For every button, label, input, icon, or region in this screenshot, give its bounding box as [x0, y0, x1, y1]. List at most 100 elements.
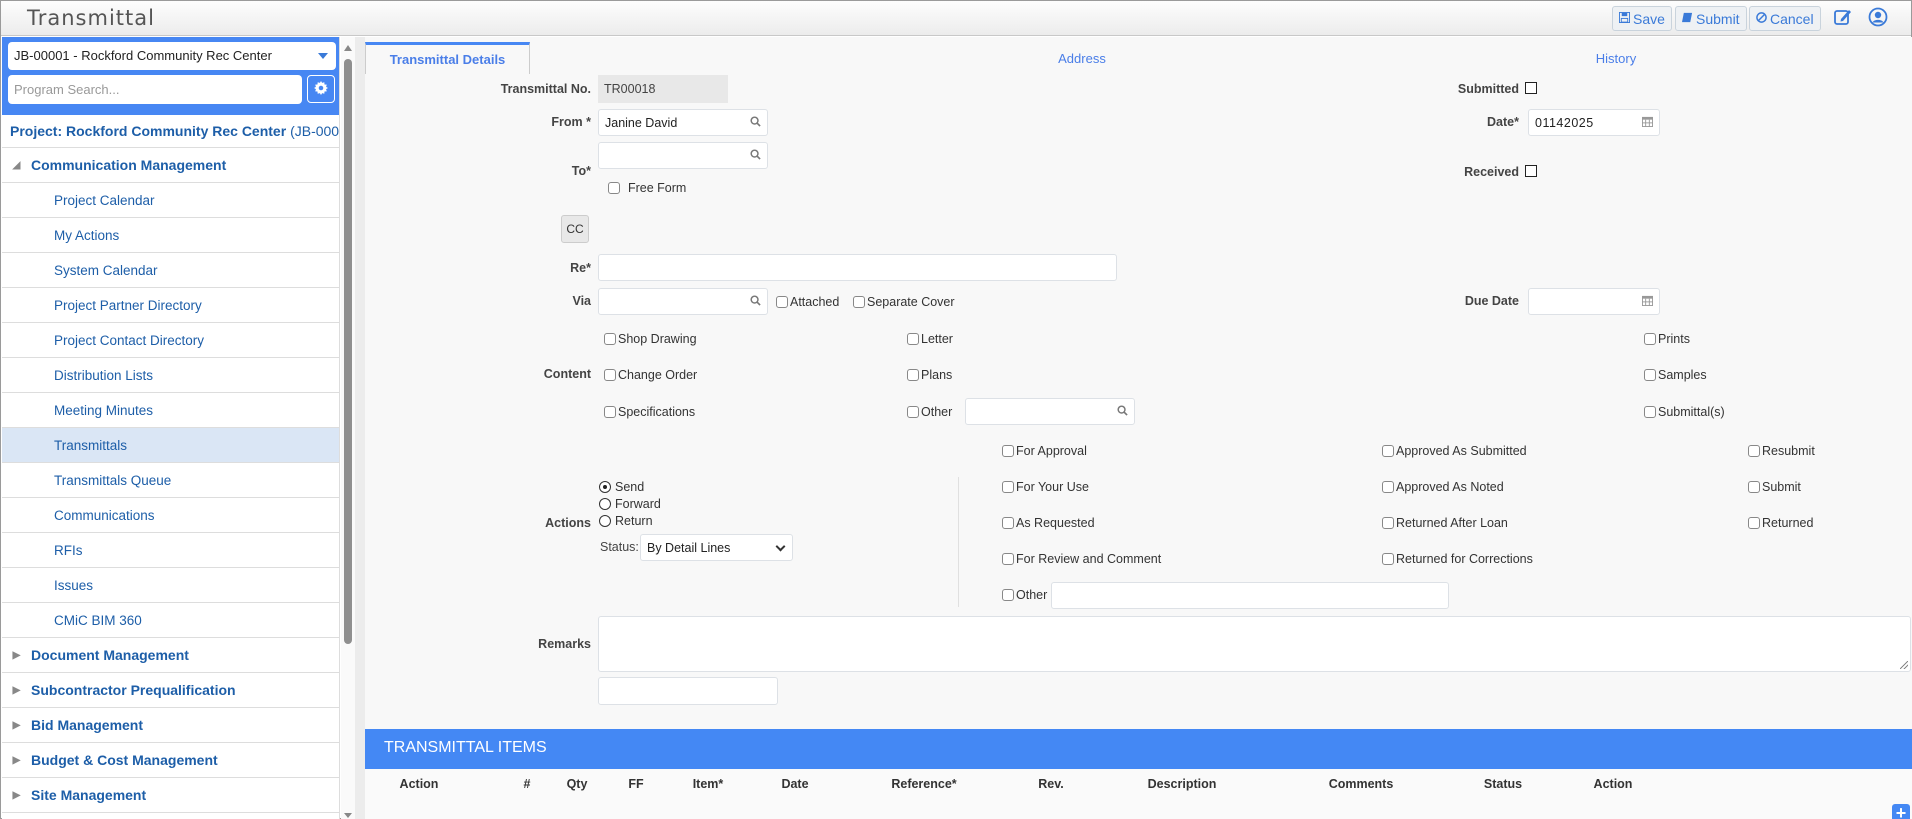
- content-plans-checkbox[interactable]: Plans: [907, 368, 952, 382]
- column-header-description[interactable]: Description: [1148, 777, 1217, 791]
- content-other-checkbox[interactable]: Other: [907, 405, 952, 419]
- content-letter-checkbox[interactable]: Letter: [907, 332, 953, 346]
- sidebar-item-rfis[interactable]: RFIs: [2, 533, 339, 568]
- sidebar-item-transmittals-queue[interactable]: Transmittals Queue: [2, 463, 339, 498]
- checkbox-box[interactable]: [907, 333, 919, 345]
- settings-button[interactable]: [307, 75, 335, 103]
- column-header-ff[interactable]: FF: [628, 777, 643, 791]
- content-prints-checkbox[interactable]: Prints: [1644, 332, 1690, 346]
- search-icon[interactable]: [750, 115, 761, 130]
- sidebar-group-subcontractor-prequalification[interactable]: ▶ Subcontractor Prequalification: [2, 673, 339, 708]
- collapsed-arrow-icon[interactable]: ▶: [2, 720, 31, 731]
- attached-checkbox[interactable]: Attached: [776, 295, 839, 309]
- date-input[interactable]: 01142025: [1528, 109, 1660, 136]
- project-select[interactable]: JB-00001 - Rockford Community Rec Center: [8, 42, 336, 70]
- checkbox-box[interactable]: [1644, 406, 1656, 418]
- checkbox-box[interactable]: [604, 369, 616, 381]
- checkbox-box[interactable]: [604, 333, 616, 345]
- sidebar-group-budget-cost-management[interactable]: ▶ Budget & Cost Management: [2, 743, 339, 778]
- sidebar-item-my-actions[interactable]: My Actions: [2, 218, 339, 253]
- sidebar-scrollbar[interactable]: [341, 37, 355, 819]
- sidebar-item-communications[interactable]: Communications: [2, 498, 339, 533]
- sidebar-item-cmic-bim-360[interactable]: CMiC BIM 360: [2, 603, 339, 638]
- to-input[interactable]: [598, 142, 768, 169]
- purpose-as-requested-checkbox[interactable]: As Requested: [1002, 516, 1095, 530]
- checkbox-box[interactable]: [1382, 553, 1394, 565]
- sidebar-item-project-calendar[interactable]: Project Calendar: [2, 183, 339, 218]
- checkbox-box[interactable]: [907, 369, 919, 381]
- purpose-other-checkbox[interactable]: Other: [1002, 588, 1047, 602]
- sidebar-item-issues[interactable]: Issues: [2, 568, 339, 603]
- action-return-radio[interactable]: Return: [599, 514, 653, 528]
- checkbox-box[interactable]: [1002, 481, 1014, 493]
- column-header-rev[interactable]: Rev.: [1038, 777, 1063, 791]
- user-profile-icon[interactable]: [1868, 7, 1890, 29]
- purpose-submit-checkbox[interactable]: Submit: [1748, 480, 1801, 494]
- remarks-textarea[interactable]: [598, 616, 1911, 672]
- sidebar-group-site-management[interactable]: ▶ Site Management: [2, 778, 339, 813]
- checkbox-box[interactable]: [608, 182, 620, 194]
- checkbox-box[interactable]: [1002, 517, 1014, 529]
- checkbox-box[interactable]: [1002, 589, 1014, 601]
- calendar-icon[interactable]: [1642, 295, 1653, 309]
- column-header-item[interactable]: Item*: [693, 777, 724, 791]
- checkbox-box[interactable]: [1748, 481, 1760, 493]
- collapsed-arrow-icon[interactable]: ▶: [2, 685, 31, 696]
- via-input[interactable]: [598, 288, 768, 315]
- content-specifications-checkbox[interactable]: Specifications: [604, 405, 695, 419]
- extra-input[interactable]: [598, 677, 778, 705]
- tab-history[interactable]: History: [1551, 42, 1681, 74]
- column-header-comments[interactable]: Comments: [1329, 777, 1394, 791]
- separate-cover-checkbox[interactable]: Separate Cover: [853, 295, 955, 309]
- tab-address[interactable]: Address: [1017, 42, 1147, 74]
- column-header-date[interactable]: Date: [781, 777, 808, 791]
- due-date-input[interactable]: [1528, 288, 1660, 315]
- re-input[interactable]: [598, 254, 1117, 281]
- collapsed-arrow-icon[interactable]: ▶: [2, 755, 31, 766]
- program-search-input[interactable]: [8, 75, 302, 104]
- checkbox-box[interactable]: [1748, 517, 1760, 529]
- free-form-checkbox[interactable]: Free Form: [608, 181, 686, 195]
- checkbox-box[interactable]: [1525, 165, 1537, 177]
- column-header-qty[interactable]: Qty: [567, 777, 588, 791]
- scroll-up-icon[interactable]: [344, 45, 352, 51]
- from-input[interactable]: Janine David: [598, 109, 768, 136]
- content-submittals-checkbox[interactable]: Submittal(s): [1644, 405, 1725, 419]
- sidebar-item-project-contact-directory[interactable]: Project Contact Directory: [2, 323, 339, 358]
- search-icon[interactable]: [1117, 404, 1128, 419]
- purpose-approved-as-noted-checkbox[interactable]: Approved As Noted: [1382, 480, 1504, 494]
- purpose-for-approval-checkbox[interactable]: For Approval: [1002, 444, 1087, 458]
- column-header-reference[interactable]: Reference*: [891, 777, 956, 791]
- checkbox-box[interactable]: [1525, 82, 1537, 94]
- pane-splitter[interactable]: [355, 37, 365, 819]
- content-other-input[interactable]: [965, 398, 1135, 425]
- checkbox-box[interactable]: [1748, 445, 1760, 457]
- purpose-for-your-use-checkbox[interactable]: For Your Use: [1002, 480, 1089, 494]
- purpose-resubmit-checkbox[interactable]: Resubmit: [1748, 444, 1815, 458]
- radio-dot[interactable]: [599, 481, 611, 493]
- checkbox-box[interactable]: [853, 296, 865, 308]
- cc-button[interactable]: CC: [561, 215, 589, 243]
- purpose-other-input[interactable]: [1051, 582, 1449, 609]
- checkbox-box[interactable]: [776, 296, 788, 308]
- checkbox-box[interactable]: [1644, 369, 1656, 381]
- edit-icon[interactable]: [1833, 7, 1855, 29]
- sidebar-group-communication-management[interactable]: ◢ Communication Management: [2, 148, 339, 183]
- content-samples-checkbox[interactable]: Samples: [1644, 368, 1707, 382]
- received-checkbox[interactable]: [1525, 165, 1537, 177]
- sidebar-item-meeting-minutes[interactable]: Meeting Minutes: [2, 393, 339, 428]
- checkbox-box[interactable]: [907, 406, 919, 418]
- collapsed-arrow-icon[interactable]: ▶: [2, 790, 31, 801]
- add-item-button[interactable]: +: [1892, 804, 1910, 819]
- purpose-returned-checkbox[interactable]: Returned: [1748, 516, 1813, 530]
- cancel-button[interactable]: Cancel: [1749, 6, 1821, 31]
- action-send-radio[interactable]: Send: [599, 480, 644, 494]
- sidebar-item-project-partner-directory[interactable]: Project Partner Directory: [2, 288, 339, 323]
- tab-transmittal-details[interactable]: Transmittal Details: [365, 42, 530, 74]
- sidebar-group-bid-management[interactable]: ▶ Bid Management: [2, 708, 339, 743]
- collapsed-arrow-icon[interactable]: ▶: [2, 650, 31, 661]
- purpose-approved-as-submitted-checkbox[interactable]: Approved As Submitted: [1382, 444, 1527, 458]
- checkbox-box[interactable]: [1382, 481, 1394, 493]
- radio-dot[interactable]: [599, 515, 611, 527]
- purpose-for-review-checkbox[interactable]: For Review and Comment: [1002, 552, 1161, 566]
